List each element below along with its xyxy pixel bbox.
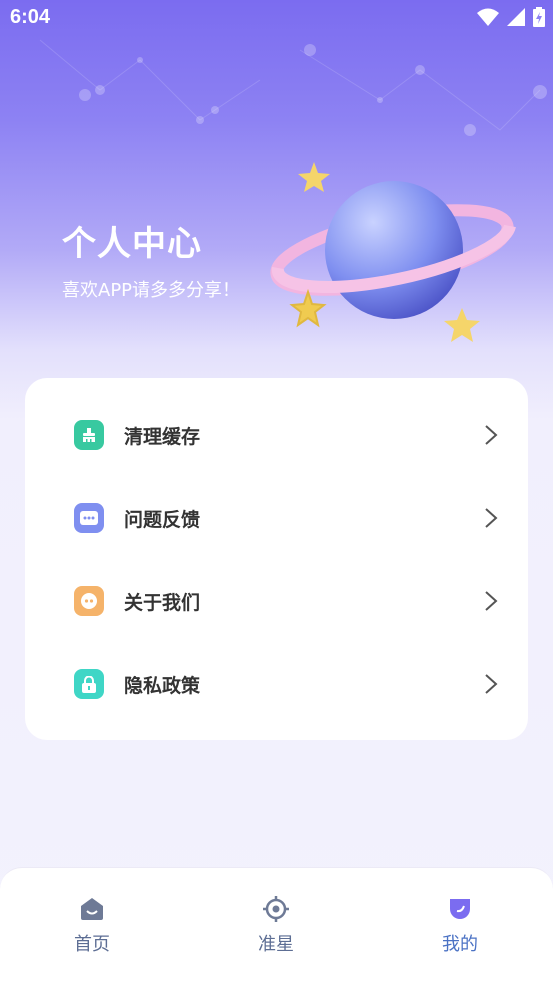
menu-item-label: 隐私政策 <box>124 674 201 697</box>
chevron-right-icon <box>485 674 498 694</box>
chat-icon <box>74 503 104 533</box>
tab-profile[interactable]: 我的 <box>368 868 552 983</box>
menu-item-label: 清理缓存 <box>124 425 201 448</box>
tab-label: 首页 <box>74 934 110 955</box>
page-subtitle: 喜欢APP请多多分享！ <box>62 280 241 301</box>
page-title: 个人中心 <box>62 224 202 264</box>
battery-icon <box>533 7 545 27</box>
tab-home[interactable]: 首页 <box>0 868 184 983</box>
info-icon <box>74 586 104 616</box>
signal-icon <box>507 8 525 26</box>
chevron-right-icon <box>485 591 498 611</box>
wifi-icon <box>477 8 499 26</box>
menu-item-about-us[interactable]: 关于我们 <box>25 566 528 636</box>
tab-label: 准星 <box>258 934 294 955</box>
status-time: 6:04 <box>10 6 51 28</box>
menu-item-privacy-policy[interactable]: 隐私政策 <box>25 649 528 719</box>
menu-item-label: 关于我们 <box>124 591 201 614</box>
chevron-right-icon <box>485 425 498 445</box>
tab-crosshair[interactable]: 准星 <box>184 868 368 983</box>
broom-icon <box>74 420 104 450</box>
menu-item-label: 问题反馈 <box>124 508 201 531</box>
menu-item-clear-cache[interactable]: 清理缓存 <box>25 400 528 470</box>
tab-label: 我的 <box>442 934 478 955</box>
home-icon <box>81 898 103 920</box>
planet-illustration <box>270 162 516 342</box>
menu-item-feedback[interactable]: 问题反馈 <box>25 483 528 553</box>
profile-icon <box>450 899 470 919</box>
status-bar: 6:04 <box>0 0 553 38</box>
chevron-right-icon <box>485 508 498 528</box>
bottom-tab-bar: 首页 准星 我的 <box>0 867 553 983</box>
menu-card: 清理缓存 问题反馈 关于我们 隐私政策 <box>25 378 528 740</box>
crosshair-icon <box>263 896 289 922</box>
lock-icon <box>74 669 104 699</box>
